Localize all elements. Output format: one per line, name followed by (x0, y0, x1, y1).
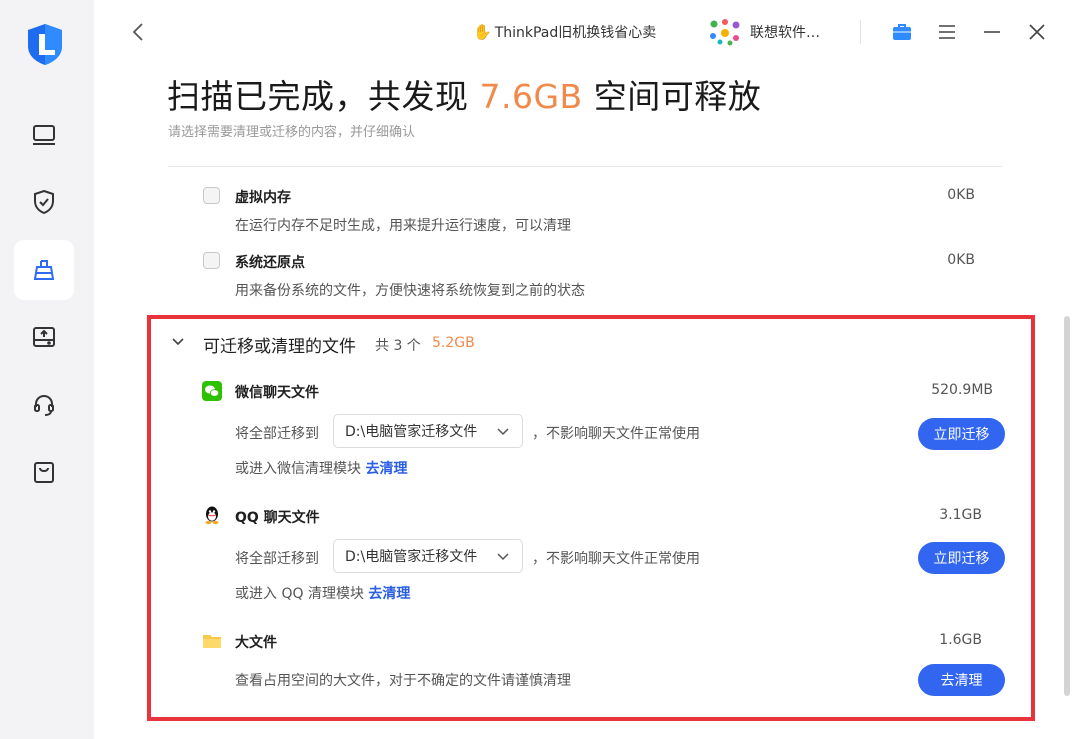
page-subtitle: 请选择需要清理或迁移的内容，并仔细确认 (168, 125, 416, 140)
qq-migrate-button[interactable]: 立即迁移 (918, 542, 1005, 574)
wechat-path-value: D:\电脑管家迁移文件 (345, 424, 478, 440)
sidebar (0, 0, 94, 739)
broom-icon (33, 260, 55, 280)
qq-alt-row: 或进入 QQ 清理模块 去清理 (235, 583, 410, 603)
folder-icon (203, 635, 221, 648)
restore-point-desc: 用来备份系统的文件，方便快速将系统恢复到之前的状态 (235, 283, 585, 299)
nav-item-store[interactable] (14, 442, 74, 502)
big-files-name: 大文件 (235, 635, 277, 651)
group-title: 可迁移或清理的文件 (203, 337, 356, 357)
minimize-icon (984, 31, 1000, 33)
wechat-alt-text: 或进入微信清理模块 (235, 461, 361, 477)
qq-files-name: QQ 聊天文件 (235, 510, 320, 526)
nav-item-drive[interactable] (14, 307, 74, 367)
qq-clean-link[interactable]: 去清理 (368, 586, 410, 602)
close-icon (1029, 24, 1045, 40)
wechat-alt-row: 或进入微信清理模块 去清理 (235, 458, 407, 478)
qq-migrate-label: 将全部迁移到 (235, 551, 319, 567)
qq-path-select[interactable]: D:\电脑管家迁移文件 (333, 539, 523, 573)
wechat-migrate-note: ，不影响聊天文件正常使用 (532, 426, 700, 442)
wechat-migrate-label: 将全部迁移到 (235, 426, 319, 442)
scrollbar-thumb[interactable] (1064, 316, 1070, 696)
wechat-files-size: 520.9MB (931, 382, 993, 398)
group-count: 共 3 个 (375, 338, 421, 354)
big-files-size: 1.6GB (939, 632, 982, 648)
partner-text: 联想软件… (750, 25, 820, 41)
big-files-clean-button[interactable]: 去清理 (918, 664, 1005, 696)
nav-item-security[interactable] (14, 172, 74, 232)
title-suffix: 空间可释放 (582, 77, 762, 116)
nav-item-computer[interactable] (14, 105, 74, 165)
waving-hand-icon: ✋ (473, 23, 492, 41)
minimize-button[interactable] (980, 20, 1004, 44)
back-arrow-icon[interactable] (128, 20, 150, 44)
drive-icon (33, 327, 55, 347)
nav-item-support[interactable] (14, 375, 74, 435)
restore-point-name: 系统还原点 (235, 255, 305, 271)
app-window: ✋ ThinkPad旧机换钱省心卖 联想软件… 扫描已完成，共发现 7.6GB … (0, 0, 1081, 739)
header-divider (168, 166, 1002, 167)
shopping-bag-icon (34, 462, 54, 483)
title-size: 7.6GB (479, 77, 583, 116)
toolbox-icon (893, 24, 911, 40)
menu-button[interactable] (935, 20, 959, 44)
toolbox-button[interactable] (890, 20, 914, 44)
page-title: 扫描已完成，共发现 7.6GB 空间可释放 (167, 70, 761, 118)
title-prefix: 扫描已完成，共发现 (167, 77, 480, 116)
wechat-files-name: 微信聊天文件 (235, 385, 319, 401)
group-size: 5.2GB (432, 335, 475, 351)
qq-path-value: D:\电脑管家迁移文件 (345, 549, 478, 565)
partner-software-link[interactable]: 联想软件… (708, 18, 820, 46)
wechat-clean-link[interactable]: 去清理 (365, 461, 407, 477)
close-button[interactable] (1025, 20, 1049, 44)
promo-banner[interactable]: ✋ ThinkPad旧机换钱省心卖 (473, 20, 656, 44)
chevron-down-icon (497, 428, 509, 436)
headset-icon (34, 394, 54, 416)
virtual-memory-name: 虚拟内存 (235, 190, 291, 206)
chevron-down-icon (497, 553, 509, 561)
chevron-down-icon[interactable] (170, 333, 186, 351)
virtual-memory-size: 0KB (947, 187, 975, 203)
restore-point-size: 0KB (947, 252, 975, 268)
shield-check-icon (34, 189, 54, 215)
hamburger-menu-icon (939, 25, 955, 39)
restore-point-checkbox[interactable] (203, 252, 220, 269)
app-logo-icon (28, 24, 62, 65)
big-files-desc: 查看占用空间的大文件，对于不确定的文件请谨慎清理 (235, 673, 571, 689)
qq-penguin-icon (205, 506, 219, 525)
qq-files-size: 3.1GB (939, 507, 982, 523)
qq-alt-text: 或进入 QQ 清理模块 (235, 586, 364, 602)
wechat-migrate-button[interactable]: 立即迁移 (918, 418, 1005, 450)
toolbar-divider (860, 20, 861, 44)
promo-text: ThinkPad旧机换钱省心卖 (494, 25, 657, 41)
nav-item-cleanup[interactable] (14, 240, 74, 300)
monitor-icon (33, 125, 55, 145)
virtual-memory-checkbox[interactable] (203, 187, 220, 204)
partner-logo-icon (710, 19, 740, 46)
wechat-icon (202, 381, 222, 401)
virtual-memory-desc: 在运行内存不足时生成，用来提升运行速度，可以清理 (235, 218, 571, 234)
qq-migrate-note: ，不影响聊天文件正常使用 (532, 551, 700, 567)
wechat-path-select[interactable]: D:\电脑管家迁移文件 (333, 414, 523, 448)
